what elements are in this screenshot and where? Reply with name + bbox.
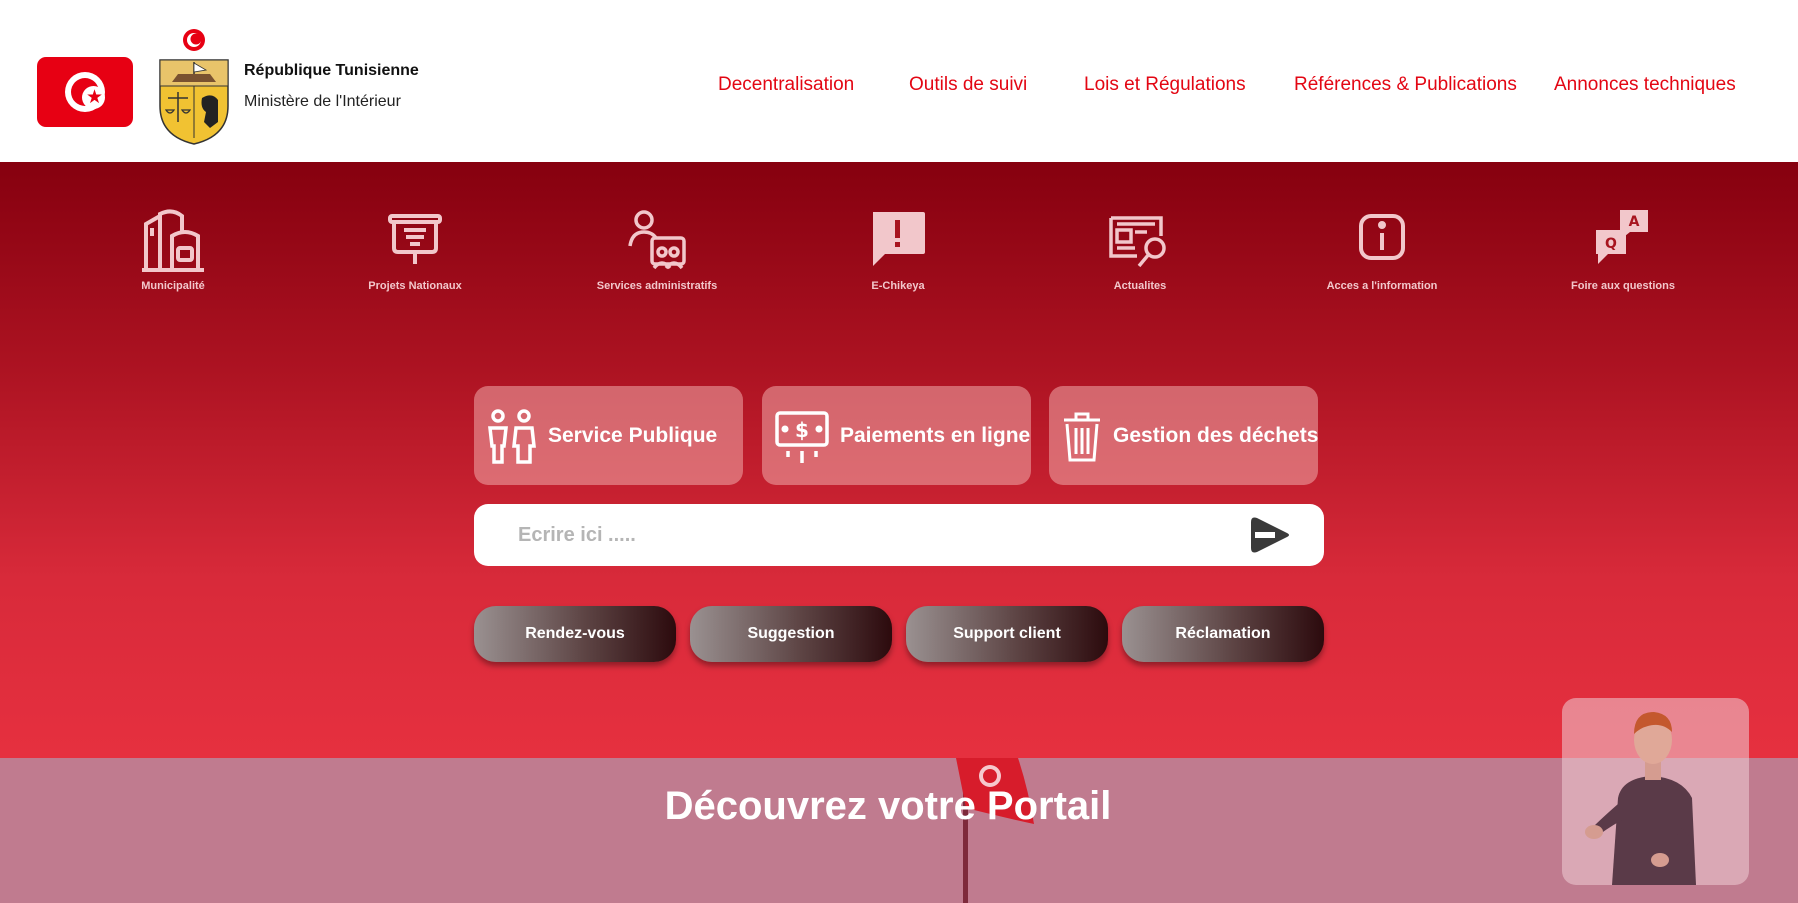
service-card-label: Gestion des déchets bbox=[1113, 423, 1319, 447]
flag-star: ★ bbox=[86, 86, 104, 108]
search-bar bbox=[474, 504, 1324, 566]
payment-icon: $ bbox=[775, 410, 829, 463]
people-icon bbox=[488, 408, 536, 464]
quick-link-label: Acces a l'information bbox=[1326, 280, 1438, 292]
quick-link-foire-aux-questions[interactable]: A Q Foire aux questions bbox=[1543, 206, 1703, 292]
coat-of-arms-emblem[interactable] bbox=[154, 28, 234, 146]
sign-language-avatar-widget[interactable] bbox=[1562, 698, 1749, 885]
projector-icon bbox=[388, 214, 442, 264]
quick-link-label: Foire aux questions bbox=[1571, 280, 1675, 292]
republic-label: République Tunisienne bbox=[244, 62, 419, 79]
service-card-paiements-en-ligne[interactable]: $ Paiements en ligne bbox=[762, 386, 1031, 485]
site-header: ★ République Tunisienne Ministère de l'I… bbox=[0, 0, 1798, 162]
flag-disc: ★ bbox=[65, 72, 105, 112]
faq-icon: A Q bbox=[1596, 210, 1648, 264]
nav-lois-et-regulations[interactable]: Lois et Régulations bbox=[1084, 74, 1246, 96]
quick-link-actualites[interactable]: Actualites bbox=[1060, 206, 1220, 292]
service-card-gestion-dechets[interactable]: Gestion des déchets bbox=[1049, 386, 1318, 485]
rendez-vous-button[interactable]: Rendez-vous bbox=[474, 606, 676, 662]
admin-services-icon bbox=[628, 210, 686, 270]
reclamation-button[interactable]: Réclamation bbox=[1122, 606, 1324, 662]
quick-link-services-administratifs[interactable]: Services administratifs bbox=[577, 206, 737, 292]
trash-icon bbox=[1064, 412, 1100, 461]
quick-link-e-chikeya[interactable]: E-Chikeya bbox=[818, 206, 978, 292]
svg-text:$: $ bbox=[795, 418, 809, 442]
nav-references-publications[interactable]: Références & Publications bbox=[1294, 74, 1517, 96]
tunisia-flag-logo[interactable]: ★ bbox=[37, 57, 133, 127]
nav-outils-de-suivi[interactable]: Outils de suivi bbox=[909, 74, 1027, 96]
discover-section: Découvrez votre Portail bbox=[0, 758, 1798, 903]
info-icon bbox=[1359, 214, 1405, 260]
hero-section: Municipalité Projets Nationaux Services … bbox=[0, 162, 1798, 758]
search-input[interactable] bbox=[518, 516, 1218, 554]
discover-title: Découvrez votre Portail bbox=[664, 784, 1112, 828]
complaint-icon bbox=[873, 212, 925, 266]
send-icon[interactable] bbox=[1247, 514, 1291, 556]
suggestion-button[interactable]: Suggestion bbox=[690, 606, 892, 662]
nav-decentralisation[interactable]: Decentralisation bbox=[718, 74, 854, 96]
quick-link-label: Services administratifs bbox=[596, 280, 718, 292]
svg-text:Q: Q bbox=[1605, 236, 1617, 252]
news-icon bbox=[1109, 216, 1166, 268]
sign-language-avatar-icon bbox=[1585, 712, 1696, 885]
service-card-label: Service Publique bbox=[548, 423, 718, 447]
service-card-label: Paiements en ligne bbox=[840, 423, 1031, 447]
service-card-service-publique[interactable]: Service Publique bbox=[474, 386, 743, 485]
quick-link-projets-nationaux[interactable]: Projets Nationaux bbox=[335, 206, 495, 292]
quick-link-acces-information[interactable]: Acces a l'information bbox=[1302, 206, 1462, 292]
svg-text:A: A bbox=[1629, 214, 1640, 230]
flag-crescent: ★ bbox=[71, 78, 105, 109]
municipality-icon bbox=[142, 209, 204, 272]
nav-annonces-techniques[interactable]: Annonces techniques bbox=[1554, 74, 1736, 96]
quick-link-label: Municipalité bbox=[141, 280, 205, 292]
ministry-label: Ministère de l'Intérieur bbox=[244, 93, 401, 110]
quick-link-label: Actualites bbox=[1113, 280, 1167, 292]
quick-link-label: Projets Nationaux bbox=[368, 280, 462, 292]
support-client-button[interactable]: Support client bbox=[906, 606, 1108, 662]
quick-link-municipalite[interactable]: Municipalité bbox=[93, 206, 253, 292]
quick-link-label: E-Chikeya bbox=[871, 280, 925, 292]
header-titles: République Tunisienne Ministère de l'Int… bbox=[244, 62, 419, 111]
